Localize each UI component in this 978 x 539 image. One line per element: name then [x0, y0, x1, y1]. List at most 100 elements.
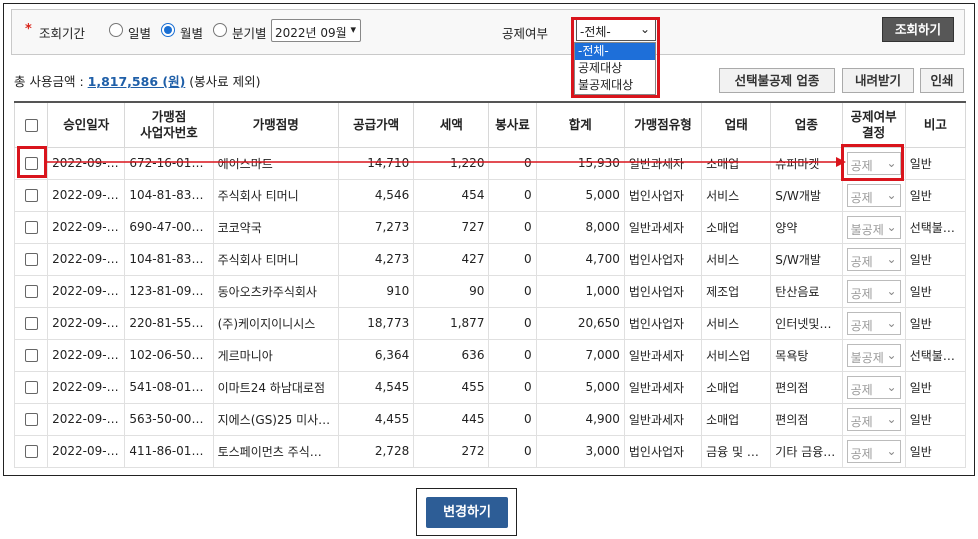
table-row: 2022-09-13 690-47-00661 코코약국 7,273 727 0 8,000… — [13, 210, 967, 244]
cell-merchant-name: 코코약국 — [212, 210, 339, 244]
cell-business-type: 소매업 — [701, 402, 772, 436]
row-checkbox-cell[interactable] — [13, 146, 49, 180]
radio-daily-label[interactable]: 일별 — [128, 23, 151, 42]
radio-quarterly[interactable] — [213, 23, 227, 37]
print-button[interactable]: 인쇄 — [920, 68, 964, 93]
cell-merchant-type: 일반과세자 — [623, 402, 703, 436]
row-checkbox[interactable] — [24, 381, 38, 394]
chevron-down-icon: ⌄ — [886, 347, 897, 362]
month-select[interactable]: 2022년 09월 ▾ — [271, 19, 361, 42]
cell-merchant-type: 일반과세자 — [623, 210, 703, 244]
dropdown-option-all[interactable]: -전체- — [575, 43, 655, 60]
row-checkbox-cell[interactable] — [13, 370, 49, 404]
cell-tax: 445 — [413, 402, 490, 436]
cell-service-charge: 0 — [488, 306, 537, 340]
select-deduct-category-button[interactable]: 선택불공제 업종 — [719, 68, 835, 93]
row-deduct-select[interactable]: 공제 ⌄ — [846, 407, 901, 431]
header-merchant-type: 가맹점유형 — [623, 101, 703, 148]
row-checkbox[interactable] — [24, 221, 38, 234]
cell-tax: 1,220 — [413, 146, 490, 180]
cell-business-type: 소매업 — [701, 370, 772, 404]
cell-service-charge: 0 — [488, 370, 537, 404]
header-industry: 업종 — [770, 101, 843, 148]
radio-quarterly-label[interactable]: 분기별 — [232, 23, 267, 42]
table-header-row: 승인일자 가맹점 사업자번호 가맹점명 공급가액 세액 봉사료 합계 가맹점유형 … — [13, 101, 967, 148]
row-checkbox-cell[interactable] — [13, 402, 49, 436]
cell-approval-date: 2022-09-09 — [47, 434, 126, 468]
row-checkbox-cell[interactable] — [13, 178, 49, 212]
row-checkbox-cell[interactable] — [13, 210, 49, 244]
cell-supply-amount: 4,546 — [337, 178, 415, 212]
row-checkbox-cell[interactable] — [13, 274, 49, 308]
download-button[interactable]: 내려받기 — [842, 68, 914, 93]
deduct-select[interactable]: -전체- ⌄ — [576, 19, 656, 41]
row-deduct-select[interactable]: 공제 ⌄ — [846, 247, 901, 271]
cell-remarks: 일반 — [904, 434, 967, 468]
select-all-checkbox[interactable] — [24, 118, 38, 132]
row-deduct-select[interactable]: 공제 ⌄ — [846, 279, 901, 303]
cell-merchant-name: 토스페이먼츠 주식… — [212, 434, 339, 468]
change-button[interactable]: 변경하기 — [426, 497, 508, 528]
cell-business-type: 제조업 — [701, 274, 772, 308]
row-deduct-select-value: 공제 — [850, 190, 873, 205]
cell-industry: 인터넷및… — [770, 306, 843, 340]
cell-remarks: 일반 — [904, 146, 967, 180]
table-row: 2022-09-11 102-06-50623 게르마니아 6,364 636 0 7,00… — [13, 338, 967, 372]
header-merchant-name: 가맹점명 — [212, 101, 339, 148]
row-deduct-select[interactable]: 불공제 ⌄ — [846, 343, 901, 367]
row-deduct-select[interactable]: 공제 ⌄ — [846, 439, 901, 463]
cell-business-number: 220-81-55597 — [124, 306, 214, 340]
deduct-select-value: -전체- — [580, 25, 611, 39]
cell-deduct-decision: 공제 ⌄ — [841, 370, 906, 404]
total-amount-link[interactable]: 1,817,586 (원) — [88, 74, 186, 89]
total-prefix: 총 사용금액 : — [14, 74, 88, 89]
cell-merchant-name: (주)케이지이니시스 — [212, 306, 339, 340]
row-checkbox[interactable] — [24, 317, 38, 330]
row-checkbox[interactable] — [24, 285, 38, 298]
row-checkbox[interactable] — [24, 445, 38, 458]
row-checkbox[interactable] — [24, 413, 38, 426]
header-select-all[interactable] — [13, 101, 49, 148]
radio-monthly[interactable] — [161, 23, 175, 37]
header-total: 합계 — [535, 101, 625, 148]
cell-merchant-type: 일반과세자 — [623, 146, 703, 180]
row-deduct-select[interactable]: 공제 ⌄ — [846, 375, 901, 399]
cell-supply-amount: 18,773 — [337, 306, 415, 340]
row-deduct-select[interactable]: 공제 ⌄ — [846, 311, 901, 335]
row-deduct-select-value: 공제 — [850, 382, 873, 397]
row-checkbox[interactable] — [24, 189, 38, 202]
cell-business-number: 411-86-01799 — [124, 434, 214, 468]
row-checkbox-cell[interactable] — [13, 434, 49, 468]
cell-business-number: 672-16-01580 — [124, 146, 214, 180]
row-deduct-select[interactable]: 공제 ⌄ — [846, 151, 901, 175]
cell-merchant-name: 게르마니아 — [212, 338, 339, 372]
cell-deduct-decision: 공제 ⌄ — [841, 274, 906, 308]
row-deduct-select[interactable]: 불공제 ⌄ — [846, 215, 901, 239]
table-row: 2022-09-13 104-81-83559 주식회사 티머니 4,546 454 0 5… — [13, 178, 967, 212]
chevron-down-icon: ⌄ — [886, 155, 897, 170]
dropdown-option-deductible[interactable]: 공제대상 — [575, 60, 655, 77]
cell-merchant-name: 지에스(GS)25 미사… — [212, 402, 339, 436]
radio-daily[interactable] — [109, 23, 123, 37]
cell-industry: 양약 — [770, 210, 843, 244]
row-checkbox-cell[interactable] — [13, 338, 49, 372]
cell-supply-amount: 910 — [337, 274, 415, 308]
row-deduct-select[interactable]: 공제 ⌄ — [846, 183, 901, 207]
row-checkbox[interactable] — [24, 349, 38, 362]
row-checkbox-cell[interactable] — [13, 242, 49, 276]
cell-business-type: 서비스업 — [701, 338, 772, 372]
row-checkbox-cell[interactable] — [13, 306, 49, 340]
row-deduct-select-value: 공제 — [850, 414, 873, 429]
change-button-frame: 변경하기 — [416, 488, 517, 536]
row-checkbox[interactable] — [24, 157, 38, 170]
cell-industry: 편의점 — [770, 370, 843, 404]
cell-service-charge: 0 — [488, 210, 537, 244]
cell-total: 8,000 — [535, 210, 625, 244]
dropdown-option-non-deductible[interactable]: 불공제대상 — [575, 77, 655, 94]
header-deduct-decision: 공제여부 결정 — [841, 101, 906, 148]
cell-supply-amount: 2,728 — [337, 434, 415, 468]
row-checkbox[interactable] — [24, 253, 38, 266]
radio-monthly-label[interactable]: 월별 — [180, 23, 203, 42]
row-deduct-select-value: 공제 — [850, 286, 873, 301]
query-button[interactable]: 조회하기 — [882, 17, 954, 42]
